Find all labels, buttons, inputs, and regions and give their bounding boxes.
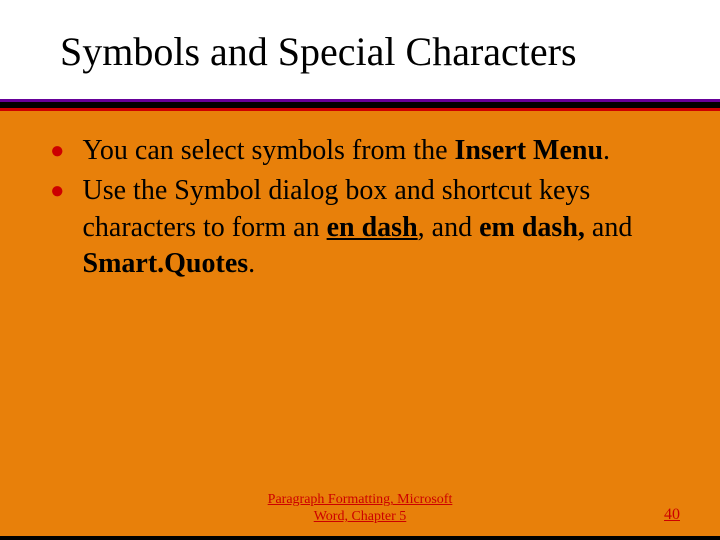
title-area: Symbols and Special Characters [0, 0, 720, 99]
bold-text: em dash, [479, 212, 585, 243]
body-area: ● You can select symbols from the Insert… [0, 111, 720, 536]
bold-text: en dash [327, 212, 418, 243]
footer-line: Word, Chapter 5 [314, 509, 407, 524]
bullet-text: You can select symbols from the Insert M… [83, 133, 611, 169]
bullet-list: ● You can select symbols from the Insert… [50, 133, 670, 283]
text-segment: . [603, 135, 610, 166]
slide: Symbols and Special Characters ● You can… [0, 0, 720, 540]
bullet-icon: ● [50, 133, 65, 169]
bullet-item: ● You can select symbols from the Insert… [50, 133, 670, 169]
footer-line: Paragraph Formatting, Microsoft [268, 492, 453, 507]
bold-text: Insert Menu [455, 135, 604, 166]
page-number: 40 [664, 506, 680, 524]
text-segment: . [248, 248, 255, 279]
slide-title: Symbols and Special Characters [60, 28, 680, 75]
bullet-icon: ● [50, 173, 65, 209]
divider-purple [0, 99, 720, 102]
footer: Paragraph Formatting, Microsoft Word, Ch… [0, 492, 720, 526]
bold-text: Smart.Quotes [83, 248, 249, 279]
text-segment: , and [418, 212, 479, 243]
text-segment: You can select symbols from the [83, 135, 455, 166]
footer-text: Paragraph Formatting, Microsoft Word, Ch… [268, 492, 453, 526]
bullet-text: Use the Symbol dialog box and shortcut k… [83, 173, 671, 282]
bullet-item: ● Use the Symbol dialog box and shortcut… [50, 173, 670, 282]
text-segment: and [585, 212, 632, 243]
